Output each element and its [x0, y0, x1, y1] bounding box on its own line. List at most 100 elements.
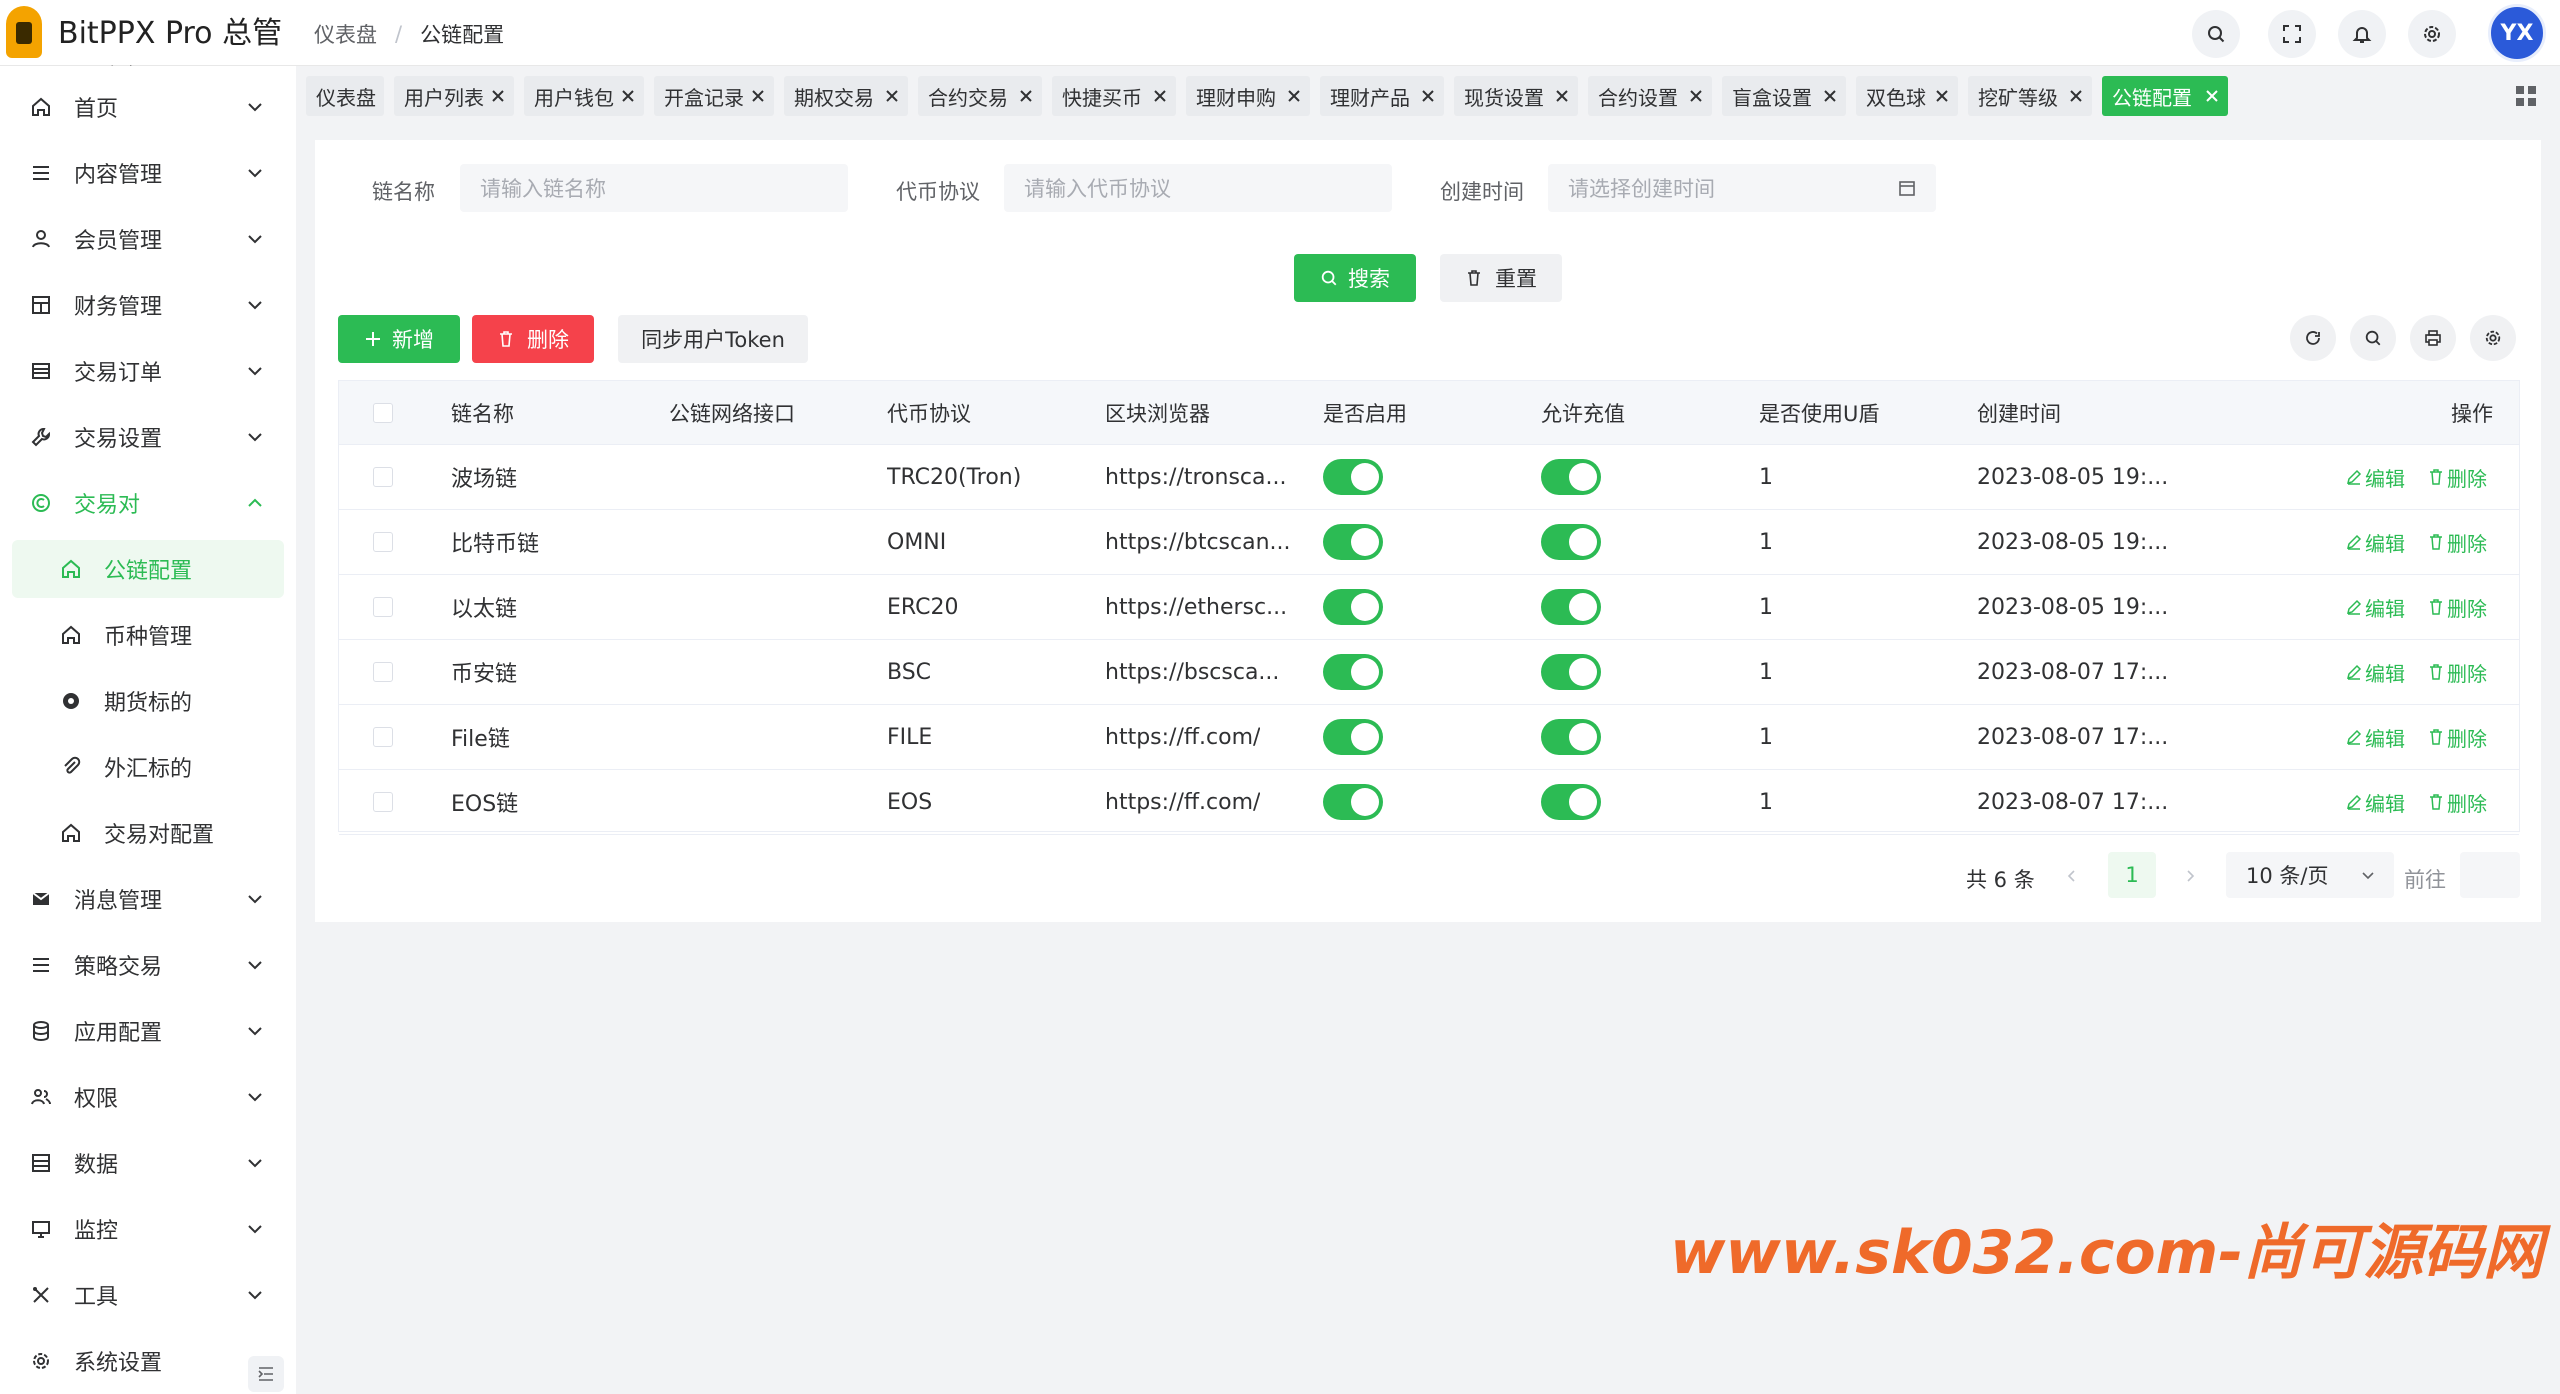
close-icon[interactable] — [1152, 88, 1168, 104]
header-search-button[interactable] — [2192, 10, 2240, 58]
prev-page-icon[interactable] — [2064, 868, 2080, 884]
sidebar-item-app-config[interactable]: 应用配置 — [12, 1002, 284, 1060]
row-checkbox[interactable] — [373, 597, 393, 617]
fullscreen-button[interactable] — [2268, 10, 2316, 58]
close-icon[interactable] — [620, 88, 636, 104]
reset-button[interactable]: 重置 — [1440, 254, 1562, 302]
close-icon[interactable] — [1018, 88, 1034, 104]
delete-button[interactable]: 删除 — [472, 315, 594, 363]
sidebar-collapse-button[interactable] — [248, 1356, 284, 1392]
tag-box-records[interactable]: 开盒记录 — [654, 76, 774, 116]
edit-link[interactable]: 编辑 — [2345, 445, 2405, 509]
created-time-picker[interactable]: 请选择创建时间 — [1548, 164, 1936, 212]
tag-contract-settings[interactable]: 合约设置 — [1588, 76, 1712, 116]
edit-link[interactable]: 编辑 — [2345, 640, 2405, 704]
close-icon[interactable] — [2068, 88, 2084, 104]
row-checkbox[interactable] — [373, 467, 393, 487]
table-row[interactable]: 以太链 ERC20 https://ethersc... 1 2023-08-0… — [339, 575, 2519, 640]
header-chain-name[interactable]: 链名称 — [451, 381, 514, 445]
sidebar-item-content[interactable]: 内容管理 — [12, 144, 284, 202]
sidebar-item-coin-management[interactable]: 币种管理 — [12, 606, 284, 664]
enabled-toggle[interactable] — [1323, 589, 1383, 625]
sidebar-item-trade-settings[interactable]: 交易设置 — [12, 408, 284, 466]
header-recharge[interactable]: 允许充值 — [1541, 381, 1625, 445]
tag-mining-level[interactable]: 挖矿等级 — [1968, 76, 2092, 116]
close-icon[interactable] — [1822, 88, 1838, 104]
recharge-toggle[interactable] — [1541, 589, 1601, 625]
header-explorer[interactable]: 区块浏览器 — [1105, 381, 1210, 445]
close-icon[interactable] — [490, 88, 506, 104]
notification-button[interactable] — [2338, 10, 2386, 58]
sidebar-item-home[interactable]: 首页 — [12, 78, 284, 136]
sidebar-item-forex[interactable]: 外汇标的 — [12, 738, 284, 796]
sidebar-item-finance[interactable]: 财务管理 — [12, 276, 284, 334]
sidebar-item-futures[interactable]: 期货标的 — [12, 672, 284, 730]
delete-link[interactable]: 删除 — [2427, 510, 2487, 574]
tag-chain-config[interactable]: 公链配置 — [2102, 76, 2228, 116]
sidebar-item-monitor[interactable]: 监控 — [12, 1200, 284, 1258]
sidebar-item-system-settings[interactable]: 系统设置 — [12, 1332, 284, 1390]
page-size-select[interactable]: 10 条/页 — [2226, 852, 2394, 898]
avatar[interactable]: YX — [2488, 4, 2546, 62]
sidebar-item-pair-config[interactable]: 交易对配置 — [12, 804, 284, 862]
sidebar-item-members[interactable]: 会员管理 — [12, 210, 284, 268]
table-row[interactable]: File链 FILE https://ff.com/ 1 2023-08-07 … — [339, 705, 2519, 770]
tag-double-color-ball[interactable]: 双色球 — [1856, 76, 1958, 116]
delete-link[interactable]: 删除 — [2427, 770, 2487, 834]
grid-icon[interactable] — [2514, 84, 2538, 108]
sidebar-item-chain-config[interactable]: 公链配置 — [12, 540, 284, 598]
breadcrumb-home[interactable]: 仪表盘 — [314, 19, 377, 49]
recharge-toggle[interactable] — [1541, 719, 1601, 755]
close-icon[interactable] — [1688, 88, 1704, 104]
sidebar-item-tools[interactable]: 工具 — [12, 1266, 284, 1324]
tag-options-trading[interactable]: 期权交易 — [784, 76, 908, 116]
close-icon[interactable] — [1286, 88, 1302, 104]
tag-finance-subscribe[interactable]: 理财申购 — [1186, 76, 1310, 116]
close-icon[interactable] — [2204, 88, 2220, 104]
select-all-checkbox[interactable] — [373, 403, 393, 423]
tag-blind-box-settings[interactable]: 盲盒设置 — [1722, 76, 1846, 116]
sidebar-item-permissions[interactable]: 权限 — [12, 1068, 284, 1126]
row-checkbox[interactable] — [373, 662, 393, 682]
row-checkbox[interactable] — [373, 727, 393, 747]
page-number-current[interactable]: 1 — [2108, 852, 2156, 898]
tag-spot-settings[interactable]: 现货设置 — [1454, 76, 1578, 116]
tag-user-wallet[interactable]: 用户钱包 — [524, 76, 644, 116]
close-icon[interactable] — [1554, 88, 1570, 104]
protocol-input[interactable]: 请输入代币协议 — [1004, 164, 1392, 212]
table-row[interactable]: 波场链 TRC20(Tron) https://tronsca... 1 202… — [339, 445, 2519, 510]
close-icon[interactable] — [750, 88, 766, 104]
print-button[interactable] — [2410, 315, 2456, 361]
search-button[interactable]: 搜索 — [1294, 254, 1416, 302]
table-search-button[interactable] — [2350, 315, 2396, 361]
table-row[interactable]: 币安链 BSC https://bscsca... 1 2023-08-07 1… — [339, 640, 2519, 705]
header-protocol[interactable]: 代币协议 — [887, 381, 971, 445]
header-api[interactable]: 公链网络接口 — [669, 381, 795, 445]
delete-link[interactable]: 删除 — [2427, 705, 2487, 769]
header-enabled[interactable]: 是否启用 — [1323, 381, 1407, 445]
tag-user-list[interactable]: 用户列表 — [394, 76, 514, 116]
close-icon[interactable] — [884, 88, 900, 104]
sync-token-button[interactable]: 同步用户Token — [618, 315, 808, 363]
add-button[interactable]: 新增 — [338, 315, 460, 363]
tag-contract-trading[interactable]: 合约交易 — [918, 76, 1042, 116]
recharge-toggle[interactable] — [1541, 524, 1601, 560]
edit-link[interactable]: 编辑 — [2345, 575, 2405, 639]
enabled-toggle[interactable] — [1323, 654, 1383, 690]
sidebar-item-orders[interactable]: 交易订单 — [12, 342, 284, 400]
row-checkbox[interactable] — [373, 792, 393, 812]
header-created[interactable]: 创建时间 — [1977, 381, 2061, 445]
refresh-button[interactable] — [2290, 315, 2336, 361]
recharge-toggle[interactable] — [1541, 784, 1601, 820]
row-checkbox[interactable] — [373, 532, 393, 552]
goto-page-input[interactable] — [2460, 852, 2520, 898]
delete-link[interactable]: 删除 — [2427, 575, 2487, 639]
edit-link[interactable]: 编辑 — [2345, 510, 2405, 574]
enabled-toggle[interactable] — [1323, 524, 1383, 560]
next-page-icon[interactable] — [2182, 868, 2198, 884]
header-ukey[interactable]: 是否使用U盾 — [1759, 381, 1879, 445]
sidebar-item-data[interactable]: 数据 — [12, 1134, 284, 1192]
delete-link[interactable]: 删除 — [2427, 445, 2487, 509]
enabled-toggle[interactable] — [1323, 459, 1383, 495]
chain-name-input[interactable]: 请输入链名称 — [460, 164, 848, 212]
